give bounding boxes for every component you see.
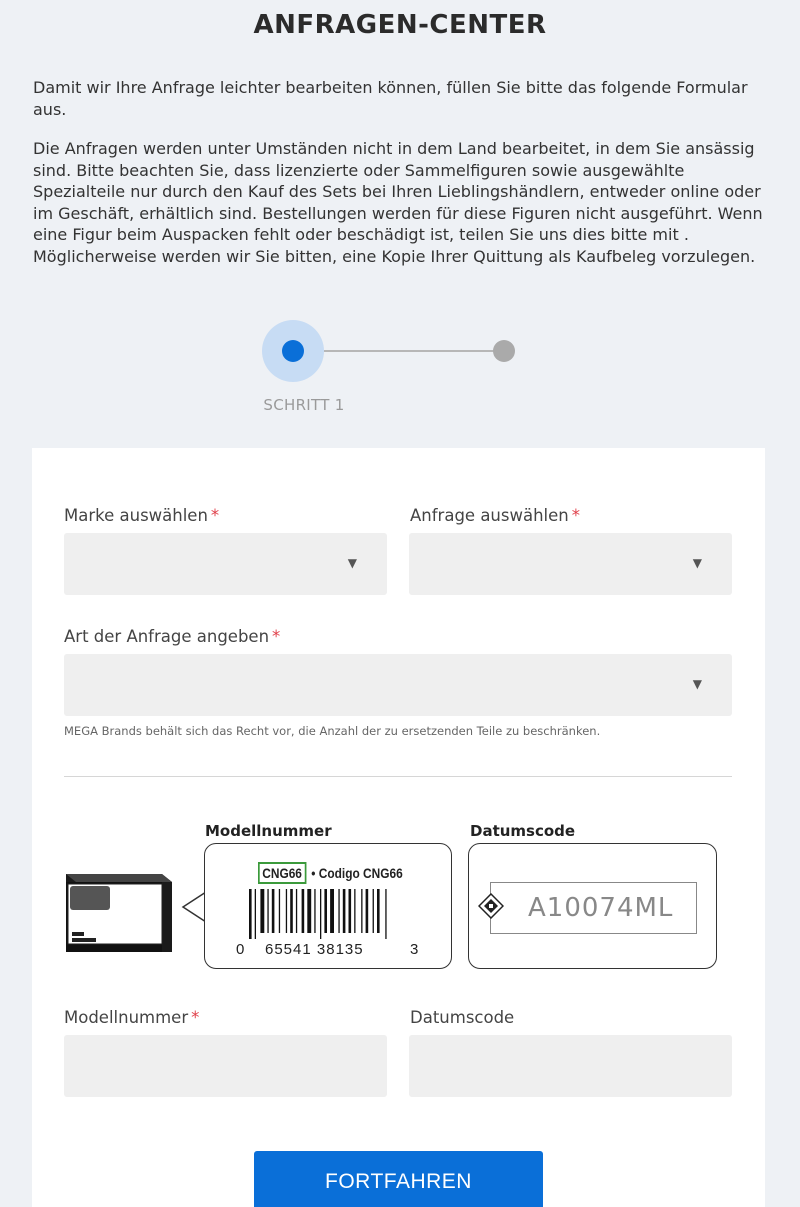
request-label: Anfrage auswählen * <box>410 506 580 525</box>
intro-text: Damit wir Ihre Anfrage leichter bearbeit… <box>33 78 748 119</box>
date-code-label: Datumscode <box>410 1008 515 1027</box>
replacement-note: MEGA Brands behält sich das Recht vor, d… <box>64 724 601 738</box>
model-codigo-text: • Codigo CNG66 <box>311 865 403 881</box>
step-label: SCHRITT 1 <box>263 396 345 414</box>
step-2-indicator <box>493 340 515 362</box>
barcode-bar <box>354 889 356 933</box>
step-1-indicator <box>282 340 304 362</box>
divider <box>64 776 732 777</box>
barcode-bar <box>348 889 352 933</box>
barcode-digit-right: 3 <box>410 941 420 958</box>
brand-select[interactable]: ▼ <box>64 533 387 595</box>
barcode-bar <box>342 889 346 933</box>
barcode-bar <box>320 889 322 939</box>
barcode-bar <box>267 889 269 933</box>
barcode-bar <box>307 889 312 933</box>
chevron-down-icon: ▼ <box>347 556 357 570</box>
barcode-bar <box>295 889 298 933</box>
model-code-row: CNG66 • Codigo CNG66 <box>258 862 403 884</box>
barcode-bar <box>330 889 334 933</box>
barcode-graphic <box>249 889 387 939</box>
barcode-digits: 65541 38135 <box>265 941 364 958</box>
barcode-bar <box>324 889 327 933</box>
request-type-label: Art der Anfrage angeben * <box>64 627 281 646</box>
barcode-digit-left: 0 <box>236 941 246 958</box>
request-type-select[interactable]: ▼ <box>64 654 732 716</box>
model-number-label: Modellnummer * <box>64 1008 200 1027</box>
request-select[interactable]: ▼ <box>409 533 732 595</box>
date-code-input[interactable] <box>409 1035 732 1097</box>
model-heading: Modellnummer <box>205 822 332 840</box>
date-code-sample: A10074ML <box>528 893 674 923</box>
chevron-down-icon: ▼ <box>692 677 702 691</box>
barcode-bar <box>385 889 387 939</box>
date-heading: Datumscode <box>470 822 576 840</box>
barcode-bar <box>365 889 369 933</box>
continue-button[interactable]: FORTFAHREN <box>254 1151 543 1207</box>
chevron-down-icon: ▼ <box>692 556 702 570</box>
barcode-bar <box>285 889 288 933</box>
page-title: ANFRAGEN-CENTER <box>253 10 547 40</box>
step-connector <box>324 350 494 352</box>
barcode-bar <box>372 889 374 933</box>
barcode-bar <box>361 889 363 933</box>
diamond-marker-icon <box>478 893 504 919</box>
model-code-highlight: CNG66 <box>258 862 307 884</box>
barcode-bar <box>338 889 340 933</box>
barcode-bar <box>278 889 281 933</box>
product-box-illustration <box>66 874 172 952</box>
barcode-bar <box>377 889 380 933</box>
intro-notice: Die Anfragen werden unter Umständen nich… <box>33 139 763 266</box>
barcode-bar <box>249 889 252 939</box>
brand-label: Marke auswählen * <box>64 506 220 525</box>
barcode-bar <box>254 889 256 939</box>
barcode-bar <box>314 889 316 933</box>
barcode-bar <box>290 889 293 933</box>
barcode-bar <box>301 889 305 933</box>
barcode-bar <box>260 889 265 933</box>
barcode-bar <box>271 889 275 933</box>
model-number-input[interactable] <box>64 1035 387 1097</box>
